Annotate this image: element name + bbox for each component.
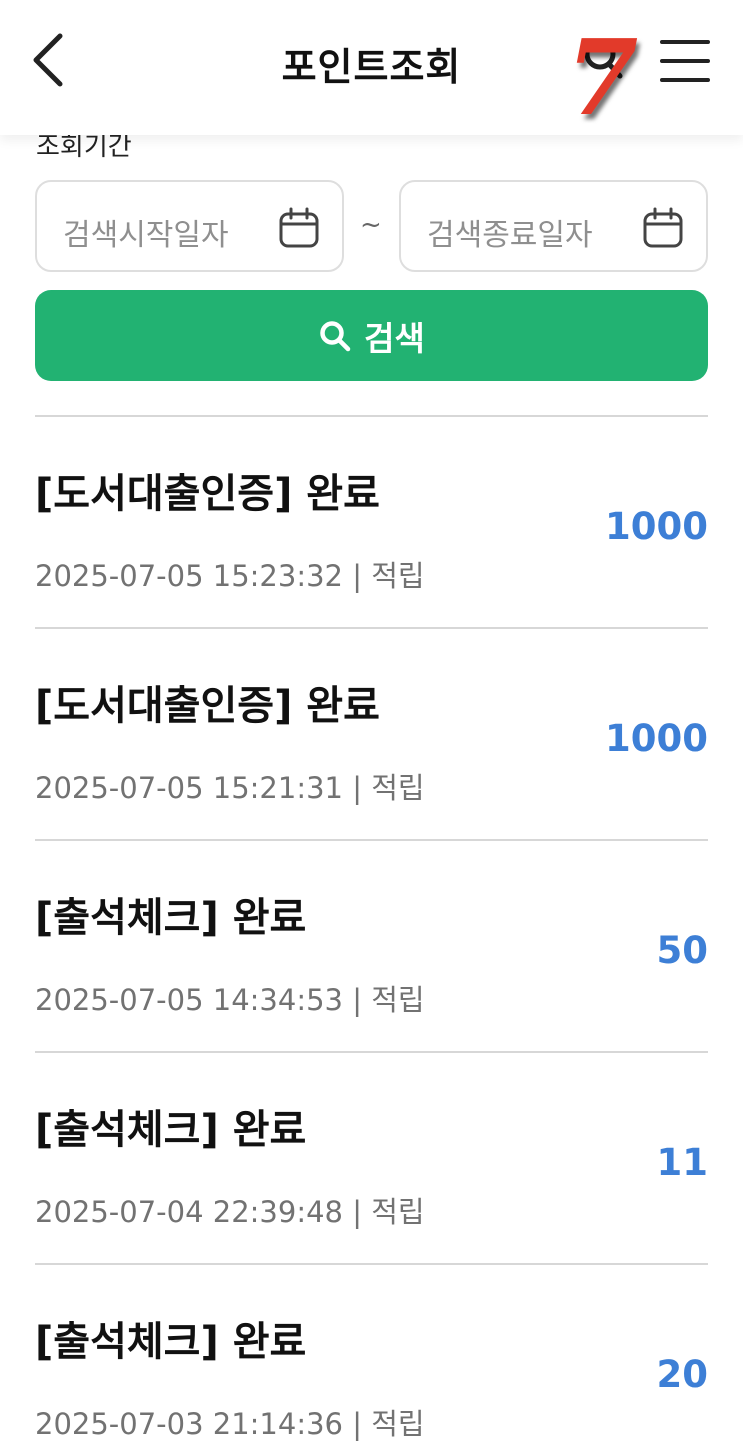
list-item[interactable]: [도서대출인증] 완료 2025-07-05 15:21:31 | 적립 100…: [35, 627, 708, 839]
item-datetime: 2025-07-04 22:39:48: [35, 1195, 343, 1229]
item-meta: 2025-07-05 15:21:31 | 적립: [35, 771, 425, 805]
item-title: [출석체크] 완료: [35, 1319, 307, 1365]
list-item[interactable]: [출석체크] 완료 2025-07-04 22:39:48 | 적립 11: [35, 1051, 708, 1263]
hamburger-menu-icon: [660, 40, 710, 82]
item-type: 적립: [371, 559, 425, 593]
search-button[interactable]: 검색: [35, 290, 708, 381]
list-item[interactable]: [출석체크] 완료 2025-07-03 21:14:36 | 적립 20: [35, 1263, 708, 1441]
item-points: 1000: [605, 717, 708, 760]
search-icon: [320, 320, 351, 351]
item-title: [출석체크] 완료: [35, 1107, 307, 1153]
item-type: 적립: [371, 983, 425, 1017]
item-type: 적립: [371, 771, 425, 805]
start-date-placeholder: 검색시작일자: [63, 218, 229, 253]
item-title: [도서대출인증] 완료: [35, 683, 380, 729]
list-item[interactable]: [도서대출인증] 완료 2025-07-05 15:23:32 | 적립 100…: [35, 415, 708, 627]
date-range-separator: ~: [360, 210, 382, 240]
overlay-number-badge: 7: [566, 16, 639, 139]
end-date-placeholder: 검색종료일자: [427, 218, 593, 253]
start-date-calendar-button[interactable]: [278, 206, 320, 250]
search-button-label: 검색: [364, 318, 425, 358]
list-item[interactable]: [출석체크] 완료 2025-07-05 14:34:53 | 적립 50: [35, 839, 708, 1051]
calendar-icon: [643, 207, 683, 248]
item-points: 1000: [605, 505, 708, 548]
item-type: 적립: [371, 1407, 425, 1441]
item-meta: 2025-07-04 22:39:48 | 적립: [35, 1195, 425, 1229]
start-date-field[interactable]: 검색시작일자: [35, 180, 344, 272]
calendar-icon: [279, 207, 319, 248]
top-app-bar: 포인트조회 7: [0, 0, 743, 135]
item-points: 20: [656, 1353, 709, 1396]
item-title: [도서대출인증] 완료: [35, 471, 380, 517]
item-datetime: 2025-07-05 15:23:32: [35, 559, 343, 593]
app-screen: 조회기간 포인트조회 7 검색시작일자 ~ 검색종료일자 검색 [도서대출인증]…: [0, 0, 743, 1441]
item-meta: 2025-07-05 14:34:53 | 적립: [35, 983, 425, 1017]
item-type: 적립: [371, 1195, 425, 1229]
item-points: 11: [656, 1141, 709, 1184]
end-date-calendar-button[interactable]: [642, 206, 684, 250]
points-history-list: [도서대출인증] 완료 2025-07-05 15:23:32 | 적립 100…: [35, 415, 708, 1441]
item-meta: 2025-07-03 21:14:36 | 적립: [35, 1407, 425, 1441]
item-datetime: 2025-07-05 15:21:31: [35, 771, 343, 805]
item-meta: 2025-07-05 15:23:32 | 적립: [35, 559, 425, 593]
item-title: [출석체크] 완료: [35, 895, 307, 941]
item-datetime: 2025-07-03 21:14:36: [35, 1407, 343, 1441]
end-date-field[interactable]: 검색종료일자: [399, 180, 708, 272]
menu-button[interactable]: [656, 36, 712, 86]
item-datetime: 2025-07-05 14:34:53: [35, 983, 343, 1017]
item-points: 50: [656, 929, 709, 972]
